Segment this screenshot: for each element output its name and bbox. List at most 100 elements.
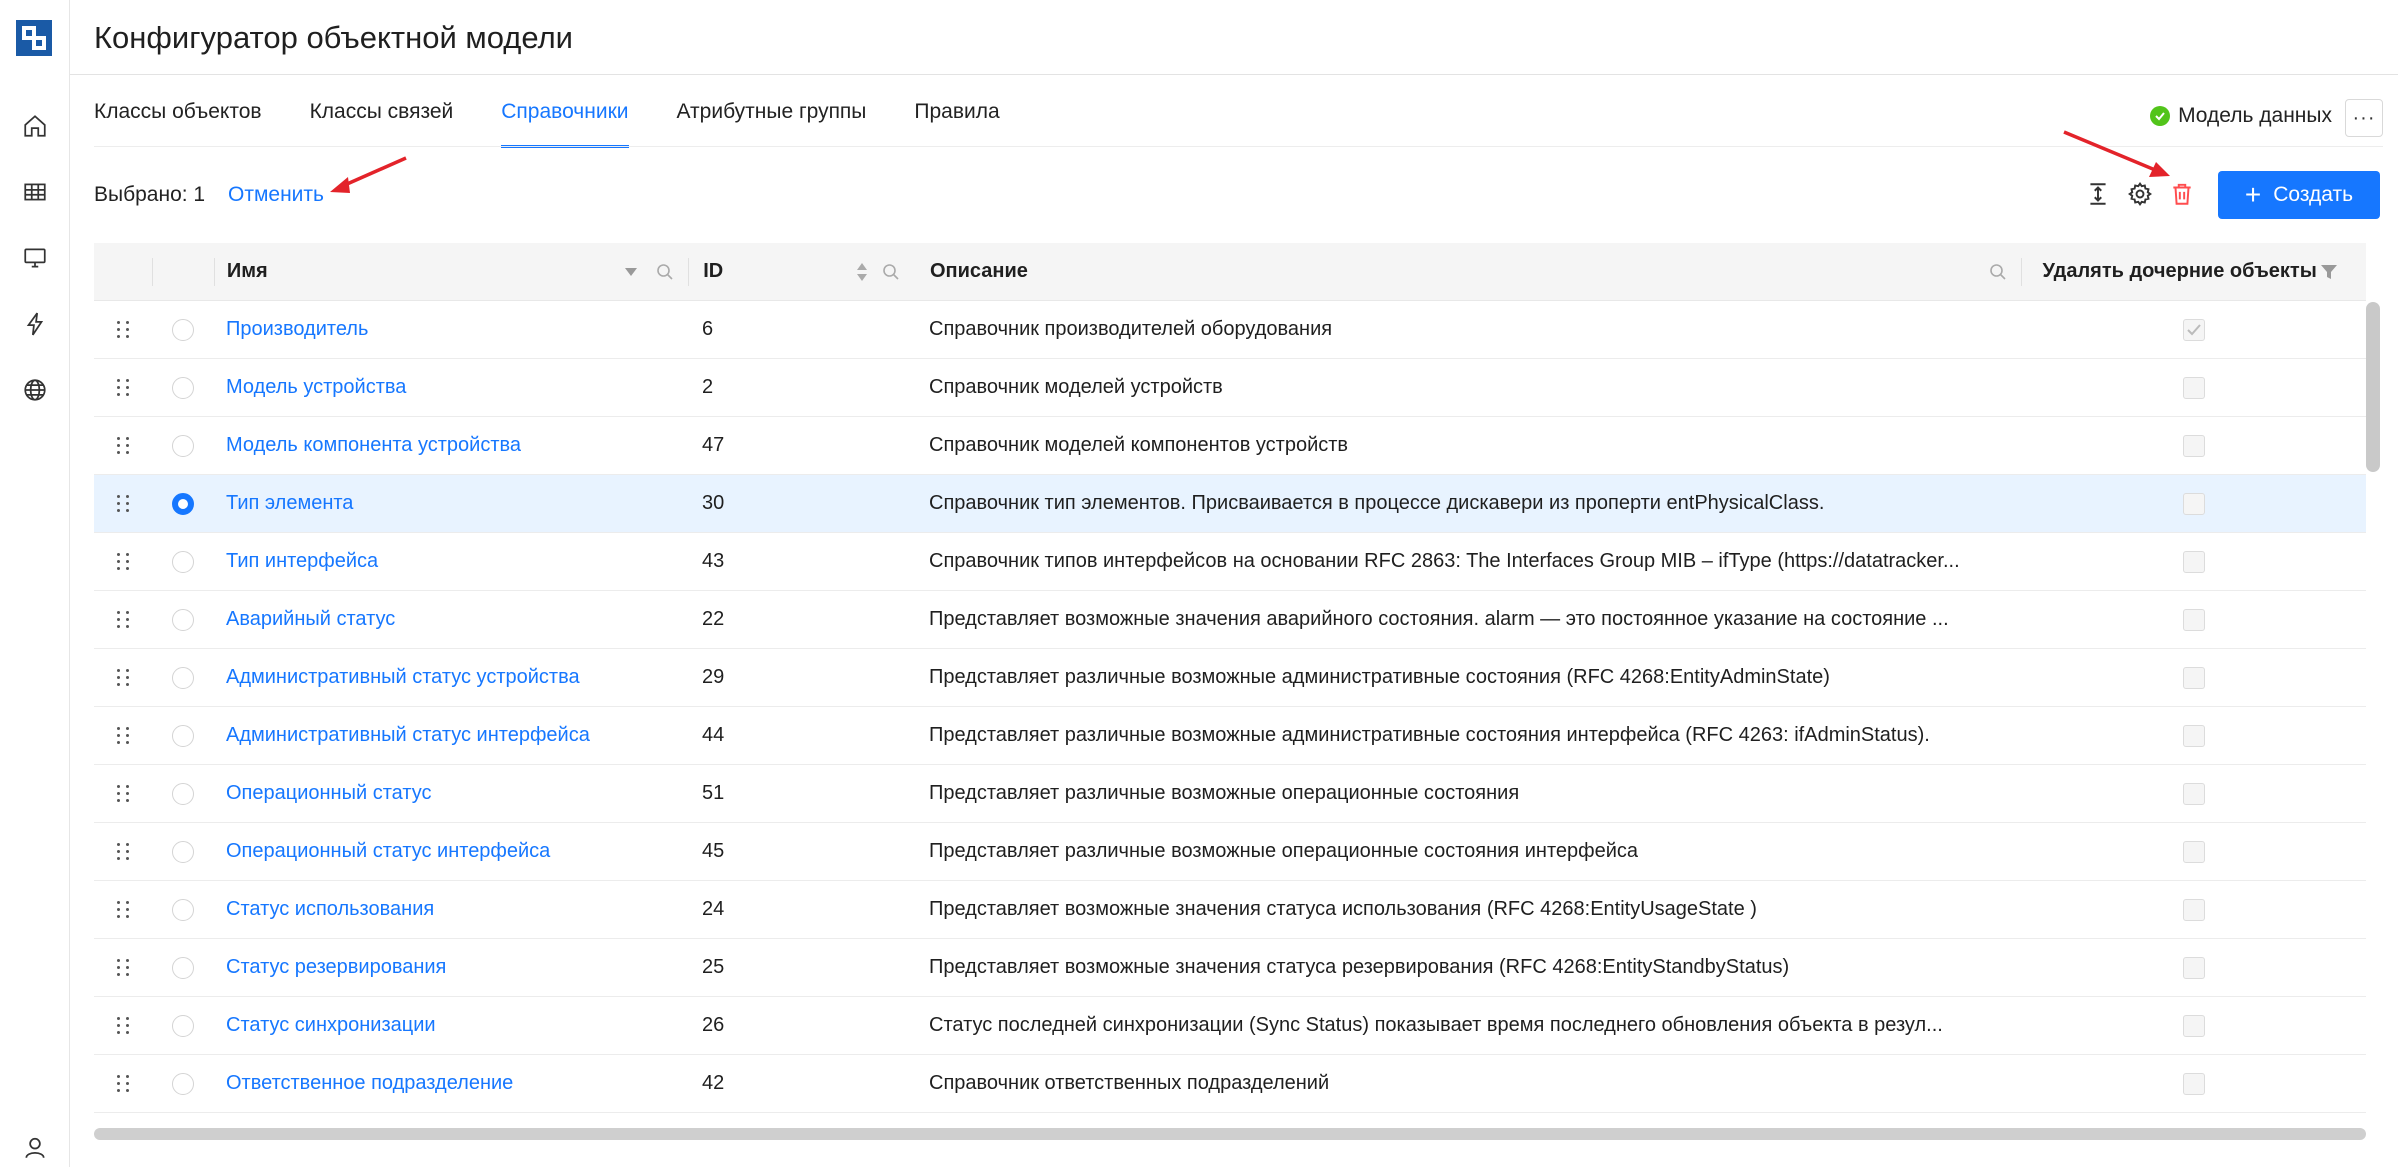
delete-children-checkbox[interactable] — [2183, 840, 2205, 863]
delete-children-checkbox[interactable] — [2183, 376, 2205, 399]
drag-handle-icon[interactable] — [94, 669, 152, 686]
drag-handle-icon[interactable] — [94, 727, 152, 744]
row-name-link[interactable]: Тип интерфейса — [214, 550, 688, 573]
column-header-description[interactable]: Описание — [914, 260, 2022, 283]
cancel-selection-link[interactable]: Отменить — [228, 183, 324, 207]
row-radio[interactable] — [172, 666, 194, 689]
monitor-icon[interactable] — [17, 240, 53, 276]
table-row[interactable]: Операционный статус 51 Представляет различ… — [94, 765, 2366, 823]
row-radio[interactable] — [172, 550, 194, 573]
table-icon[interactable] — [17, 174, 53, 210]
delete-children-checkbox[interactable] — [2183, 1072, 2205, 1095]
row-name-link[interactable]: Статус использования — [214, 898, 688, 921]
row-radio[interactable] — [172, 492, 194, 515]
table-row[interactable]: Административный статус интерфейса 44 Пред… — [94, 707, 2366, 765]
delete-children-checkbox[interactable] — [2183, 608, 2205, 631]
drag-handle-icon[interactable] — [94, 901, 152, 918]
table-row[interactable]: Ответственное подразделение 42 Справочник … — [94, 1055, 2366, 1113]
tab-link-classes[interactable]: Классы связей — [310, 100, 454, 148]
row-name-link[interactable]: Операционный статус интерфейса — [214, 840, 688, 863]
drag-handle-icon[interactable] — [94, 437, 152, 454]
drag-handle-icon[interactable] — [94, 843, 152, 860]
row-name-link[interactable]: Административный статус устройства — [214, 666, 688, 689]
drag-handle-icon[interactable] — [94, 611, 152, 628]
table-row[interactable]: Производитель 6 Справочник производителей … — [94, 301, 2366, 359]
settings-gear-icon[interactable] — [2124, 178, 2156, 210]
column-header-id[interactable]: ID — [689, 260, 914, 283]
row-radio[interactable] — [172, 956, 194, 979]
row-radio[interactable] — [172, 1072, 194, 1095]
table-row[interactable]: Статус резервирования 25 Представляет возм… — [94, 939, 2366, 997]
vertical-scrollbar[interactable] — [2366, 302, 2380, 472]
delete-children-checkbox[interactable] — [2183, 434, 2205, 457]
delete-children-checkbox[interactable] — [2183, 492, 2205, 515]
drag-handle-icon[interactable] — [94, 553, 152, 570]
row-radio[interactable] — [172, 1014, 194, 1037]
tab-attribute-groups[interactable]: Атрибутные группы — [677, 100, 867, 148]
drag-handle-icon[interactable] — [94, 1075, 152, 1092]
column-header-delete-children[interactable]: Удалять дочерние объекты — [2022, 260, 2366, 283]
drag-handle-icon[interactable] — [94, 495, 152, 512]
row-name-link[interactable]: Аварийный статус — [214, 608, 688, 631]
drag-handle-icon[interactable] — [94, 379, 152, 396]
row-name-link[interactable]: Производитель — [214, 318, 688, 341]
home-icon[interactable] — [17, 108, 53, 144]
row-name-link[interactable]: Ответственное подразделение — [214, 1072, 688, 1095]
row-radio[interactable] — [172, 782, 194, 805]
lightning-icon[interactable] — [17, 306, 53, 342]
table-row[interactable]: Модель компонента устройства 47 Справочник… — [94, 417, 2366, 475]
delete-children-checkbox[interactable] — [2183, 898, 2205, 921]
row-name-link[interactable]: Модель компонента устройства — [214, 434, 688, 457]
drag-handle-icon[interactable] — [94, 959, 152, 976]
row-name-link[interactable]: Административный статус интерфейса — [214, 724, 688, 747]
delete-trash-icon[interactable] — [2166, 178, 2198, 210]
filter-icon[interactable] — [2320, 263, 2338, 281]
delete-children-checkbox[interactable] — [2183, 724, 2205, 747]
column-header-name[interactable]: Имя — [215, 260, 688, 283]
row-name-link[interactable]: Операционный статус — [214, 782, 688, 805]
row-radio[interactable] — [172, 318, 194, 341]
delete-children-checkbox[interactable] — [2183, 956, 2205, 979]
search-icon[interactable] — [1989, 263, 2007, 281]
row-height-icon[interactable] — [2082, 178, 2114, 210]
table-row[interactable]: Модель устройства 2 Справочник моделей уст… — [94, 359, 2366, 417]
horizontal-scrollbar[interactable] — [94, 1128, 2366, 1140]
app-logo[interactable] — [16, 20, 52, 56]
delete-children-checkbox[interactable] — [2183, 666, 2205, 689]
sort-down-icon[interactable] — [624, 267, 638, 277]
tab-rules[interactable]: Правила — [914, 100, 999, 148]
data-model-status[interactable]: Модель данных — [2150, 104, 2332, 128]
table-row[interactable]: Статус синхронизации 26 Статус последней с… — [94, 997, 2366, 1055]
row-radio[interactable] — [172, 898, 194, 921]
row-name-link[interactable]: Статус синхронизации — [214, 1014, 688, 1037]
more-options-button[interactable]: ··· — [2345, 99, 2383, 137]
delete-children-checkbox[interactable] — [2183, 318, 2205, 341]
row-radio[interactable] — [172, 608, 194, 631]
drag-handle-icon[interactable] — [94, 321, 152, 338]
drag-handle-icon[interactable] — [94, 1017, 152, 1034]
search-icon[interactable] — [656, 263, 674, 281]
table-row[interactable]: Тип элемента 30 Справочник тип элементов. … — [94, 475, 2366, 533]
table-row[interactable]: Тип интерфейса 43 Справочник типов интерфе… — [94, 533, 2366, 591]
table-row[interactable]: Статус использования 24 Представляет возмо… — [94, 881, 2366, 939]
row-radio[interactable] — [172, 840, 194, 863]
tab-dictionaries[interactable]: Справочники — [501, 100, 629, 148]
table-row[interactable]: Административный статус устройства 29 Пред… — [94, 649, 2366, 707]
tab-object-classes[interactable]: Классы объектов — [94, 100, 262, 148]
globe-icon[interactable] — [17, 372, 53, 408]
delete-children-checkbox[interactable] — [2183, 550, 2205, 573]
search-icon[interactable] — [882, 263, 900, 281]
drag-handle-icon[interactable] — [94, 785, 152, 802]
row-name-link[interactable]: Модель устройства — [214, 376, 688, 399]
sort-both-icon[interactable] — [856, 261, 868, 283]
row-name-link[interactable]: Статус резервирования — [214, 956, 688, 979]
row-radio[interactable] — [172, 434, 194, 457]
row-radio[interactable] — [172, 724, 194, 747]
delete-children-checkbox[interactable] — [2183, 1014, 2205, 1037]
user-icon[interactable] — [17, 1130, 53, 1166]
table-row[interactable]: Операционный статус интерфейса 45 Представ… — [94, 823, 2366, 881]
create-button[interactable]: + Создать — [2218, 171, 2380, 219]
row-name-link[interactable]: Тип элемента — [214, 492, 688, 515]
delete-children-checkbox[interactable] — [2183, 782, 2205, 805]
row-radio[interactable] — [172, 376, 194, 399]
